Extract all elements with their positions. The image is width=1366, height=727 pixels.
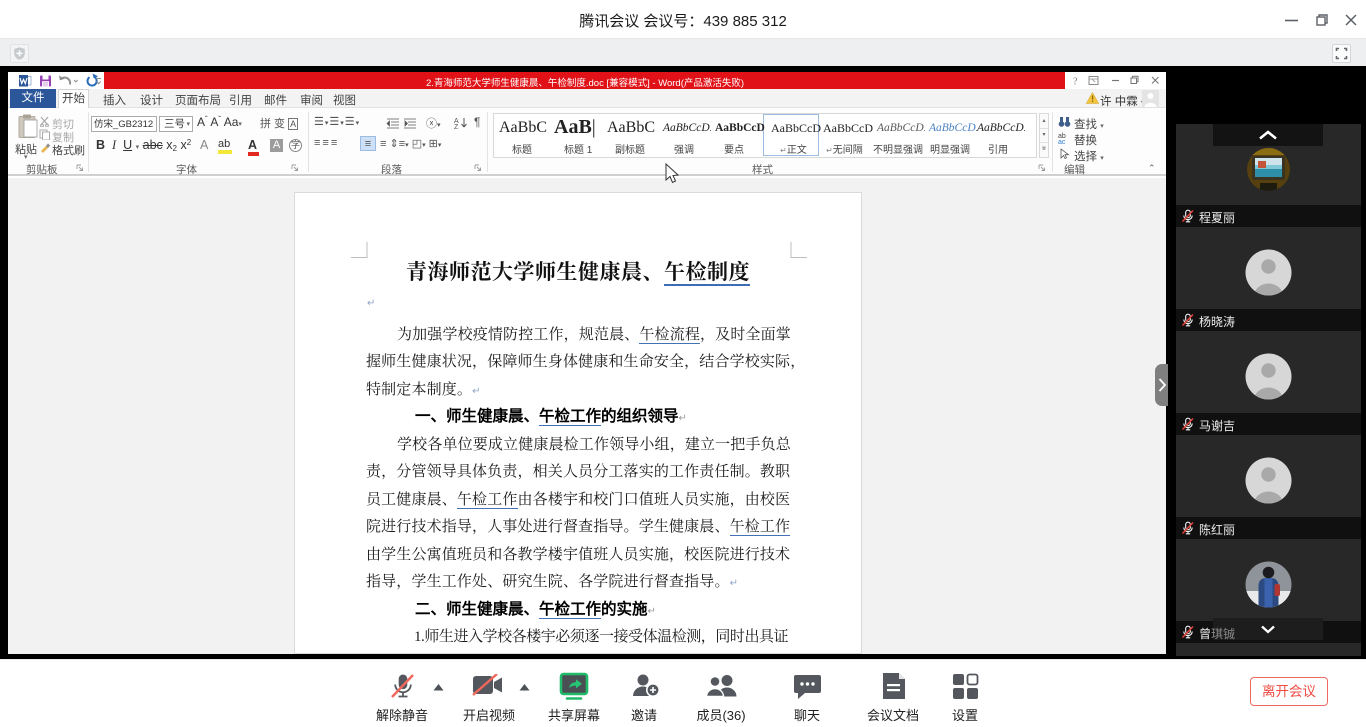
svg-text:?: ? [1073, 77, 1078, 88]
svg-text:Z: Z [454, 124, 459, 129]
svg-text:ac: ac [1058, 139, 1066, 144]
